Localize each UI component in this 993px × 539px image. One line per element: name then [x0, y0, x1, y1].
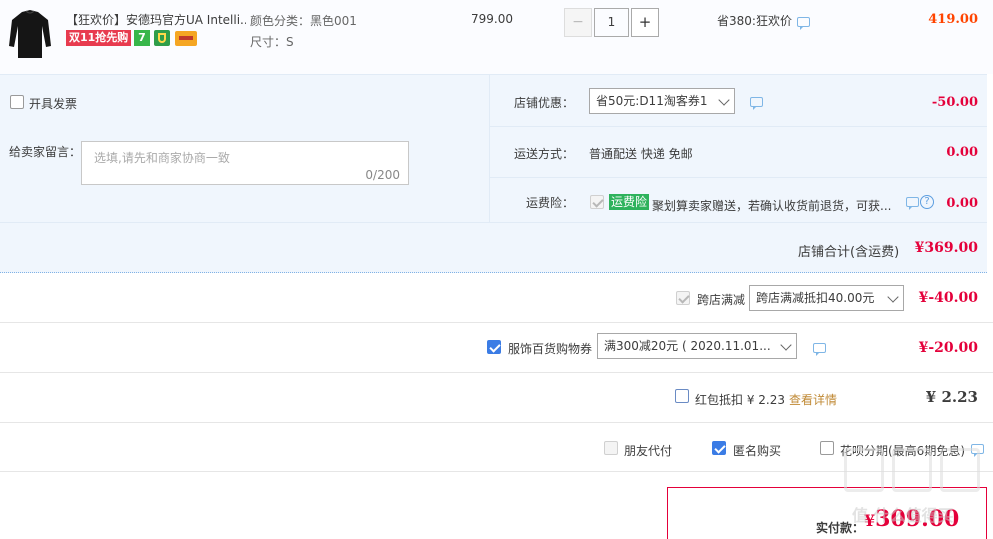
coupon-amount: ¥-20.00	[918, 340, 978, 356]
huabei-label: 花呗分期(最高6期免息)	[840, 444, 965, 458]
help-icon[interactable]: ?	[920, 195, 934, 209]
panel-divider-h2	[489, 177, 987, 178]
invoice-checkbox[interactable]	[10, 95, 24, 109]
panel-divider-h1	[489, 126, 987, 127]
anonymous-checkbox[interactable]	[712, 441, 726, 455]
card-payment-icon	[175, 31, 197, 46]
chat-icon[interactable]	[797, 17, 810, 30]
coupon-checkbox[interactable]	[487, 340, 501, 354]
cross-store-label: 跨店满减	[697, 293, 746, 307]
friend-pay-label: 朋友代付	[624, 444, 673, 458]
currency-sign: ¥	[864, 511, 876, 530]
product-color: 颜色分类：黑色001	[250, 14, 357, 28]
message-textarea[interactable]: 选填,请先和商家协商一致 0/200	[81, 141, 409, 185]
divider	[0, 322, 993, 323]
payment-label: 实付款：	[816, 521, 865, 535]
coupon-select[interactable]: 满300减20元 ( 2020.11.01...	[597, 333, 797, 359]
message-placeholder: 选填,请先和商家协商一致	[94, 151, 230, 165]
coupon-value: 满300减20元 ( 2020.11.01...	[604, 339, 771, 353]
chat-icon[interactable]	[906, 197, 919, 210]
shipping-amount: 0.00	[946, 145, 978, 160]
item-subtotal: 419.00	[928, 12, 978, 27]
shipping-value: 普通配送 快递 免邮	[589, 147, 693, 161]
product-row: 【狂欢价】安德玛官方UA Intelli... 双11抢先购 7 颜色分类：黑色…	[0, 0, 993, 74]
shop-promo-label: 店铺优惠：	[514, 96, 575, 110]
shop-total-amount: ¥369.00	[914, 240, 978, 256]
cross-store-select[interactable]: 跨店满减抵扣40.00元	[749, 285, 904, 311]
cross-store-amount: ¥-40.00	[918, 290, 978, 306]
shield-badge-icon	[154, 30, 170, 46]
insurance-text: 聚划算卖家赠送，若确认收货前退货，可获...	[652, 199, 892, 213]
qty-minus-button[interactable]: −	[564, 8, 592, 37]
chevron-down-icon	[780, 339, 792, 351]
insurance-checkbox	[590, 195, 604, 209]
shop-total-label: 店铺合计(含运费)	[798, 245, 900, 260]
invoice-label: 开具发票	[29, 97, 78, 111]
chevron-down-icon	[887, 291, 899, 303]
chat-icon[interactable]	[971, 444, 984, 457]
anonymous-label: 匿名购买	[733, 444, 782, 458]
payment-box: 实付款： ¥309.00	[667, 487, 987, 539]
red-packet-amount: ¥ 2.23	[925, 388, 978, 406]
shop-promo-value: 省50元:D11淘客券1	[596, 94, 708, 108]
cross-store-checkbox	[676, 291, 690, 305]
red-packet-checkbox[interactable]	[675, 389, 689, 403]
shipping-label: 运送方式：	[514, 147, 575, 161]
friend-pay-checkbox	[604, 441, 618, 455]
product-thumbnail[interactable]	[4, 6, 56, 62]
chat-icon[interactable]	[813, 343, 826, 356]
seven-day-return-icon: 7	[134, 30, 150, 46]
promo-badge: 双11抢先购	[66, 30, 132, 46]
unit-price: 799.00	[471, 12, 513, 26]
coupon-label: 服饰百货购物券	[508, 342, 593, 356]
panel-divider-v	[489, 75, 490, 222]
panel-divider-h3	[0, 222, 987, 223]
message-counter: 0/200	[365, 168, 400, 182]
chat-icon[interactable]	[750, 97, 763, 110]
message-label: 给卖家留言：	[9, 145, 82, 159]
insurance-amount: 0.00	[946, 196, 978, 211]
divider	[0, 422, 993, 423]
insurance-badge: 运费险	[609, 194, 650, 210]
payment-amount: ¥309.00	[864, 506, 959, 532]
product-title[interactable]: 【狂欢价】安德玛官方UA Intelli...	[66, 11, 246, 28]
shop-promo-amount: -50.00	[931, 95, 978, 110]
cross-store-value: 跨店满减抵扣40.00元	[756, 291, 875, 305]
chevron-down-icon	[718, 94, 730, 106]
quantity-input[interactable]: 1	[594, 8, 629, 37]
huabei-checkbox[interactable]	[820, 441, 834, 455]
qty-plus-button[interactable]: +	[631, 8, 659, 37]
insurance-label: 运费险：	[526, 196, 575, 210]
payment-value: 309.00	[875, 506, 960, 532]
divider	[0, 372, 993, 373]
red-packet-label: 红包抵扣 ¥ 2.23	[695, 393, 785, 407]
red-packet-detail-link[interactable]: 查看详情	[789, 391, 837, 408]
product-size: 尺寸：S	[250, 35, 294, 49]
discount-text: 省380:狂欢价	[717, 14, 792, 28]
divider	[0, 471, 993, 472]
quantity-stepper: − 1 +	[564, 8, 660, 37]
shop-promo-select[interactable]: 省50元:D11淘客券1	[589, 88, 735, 114]
